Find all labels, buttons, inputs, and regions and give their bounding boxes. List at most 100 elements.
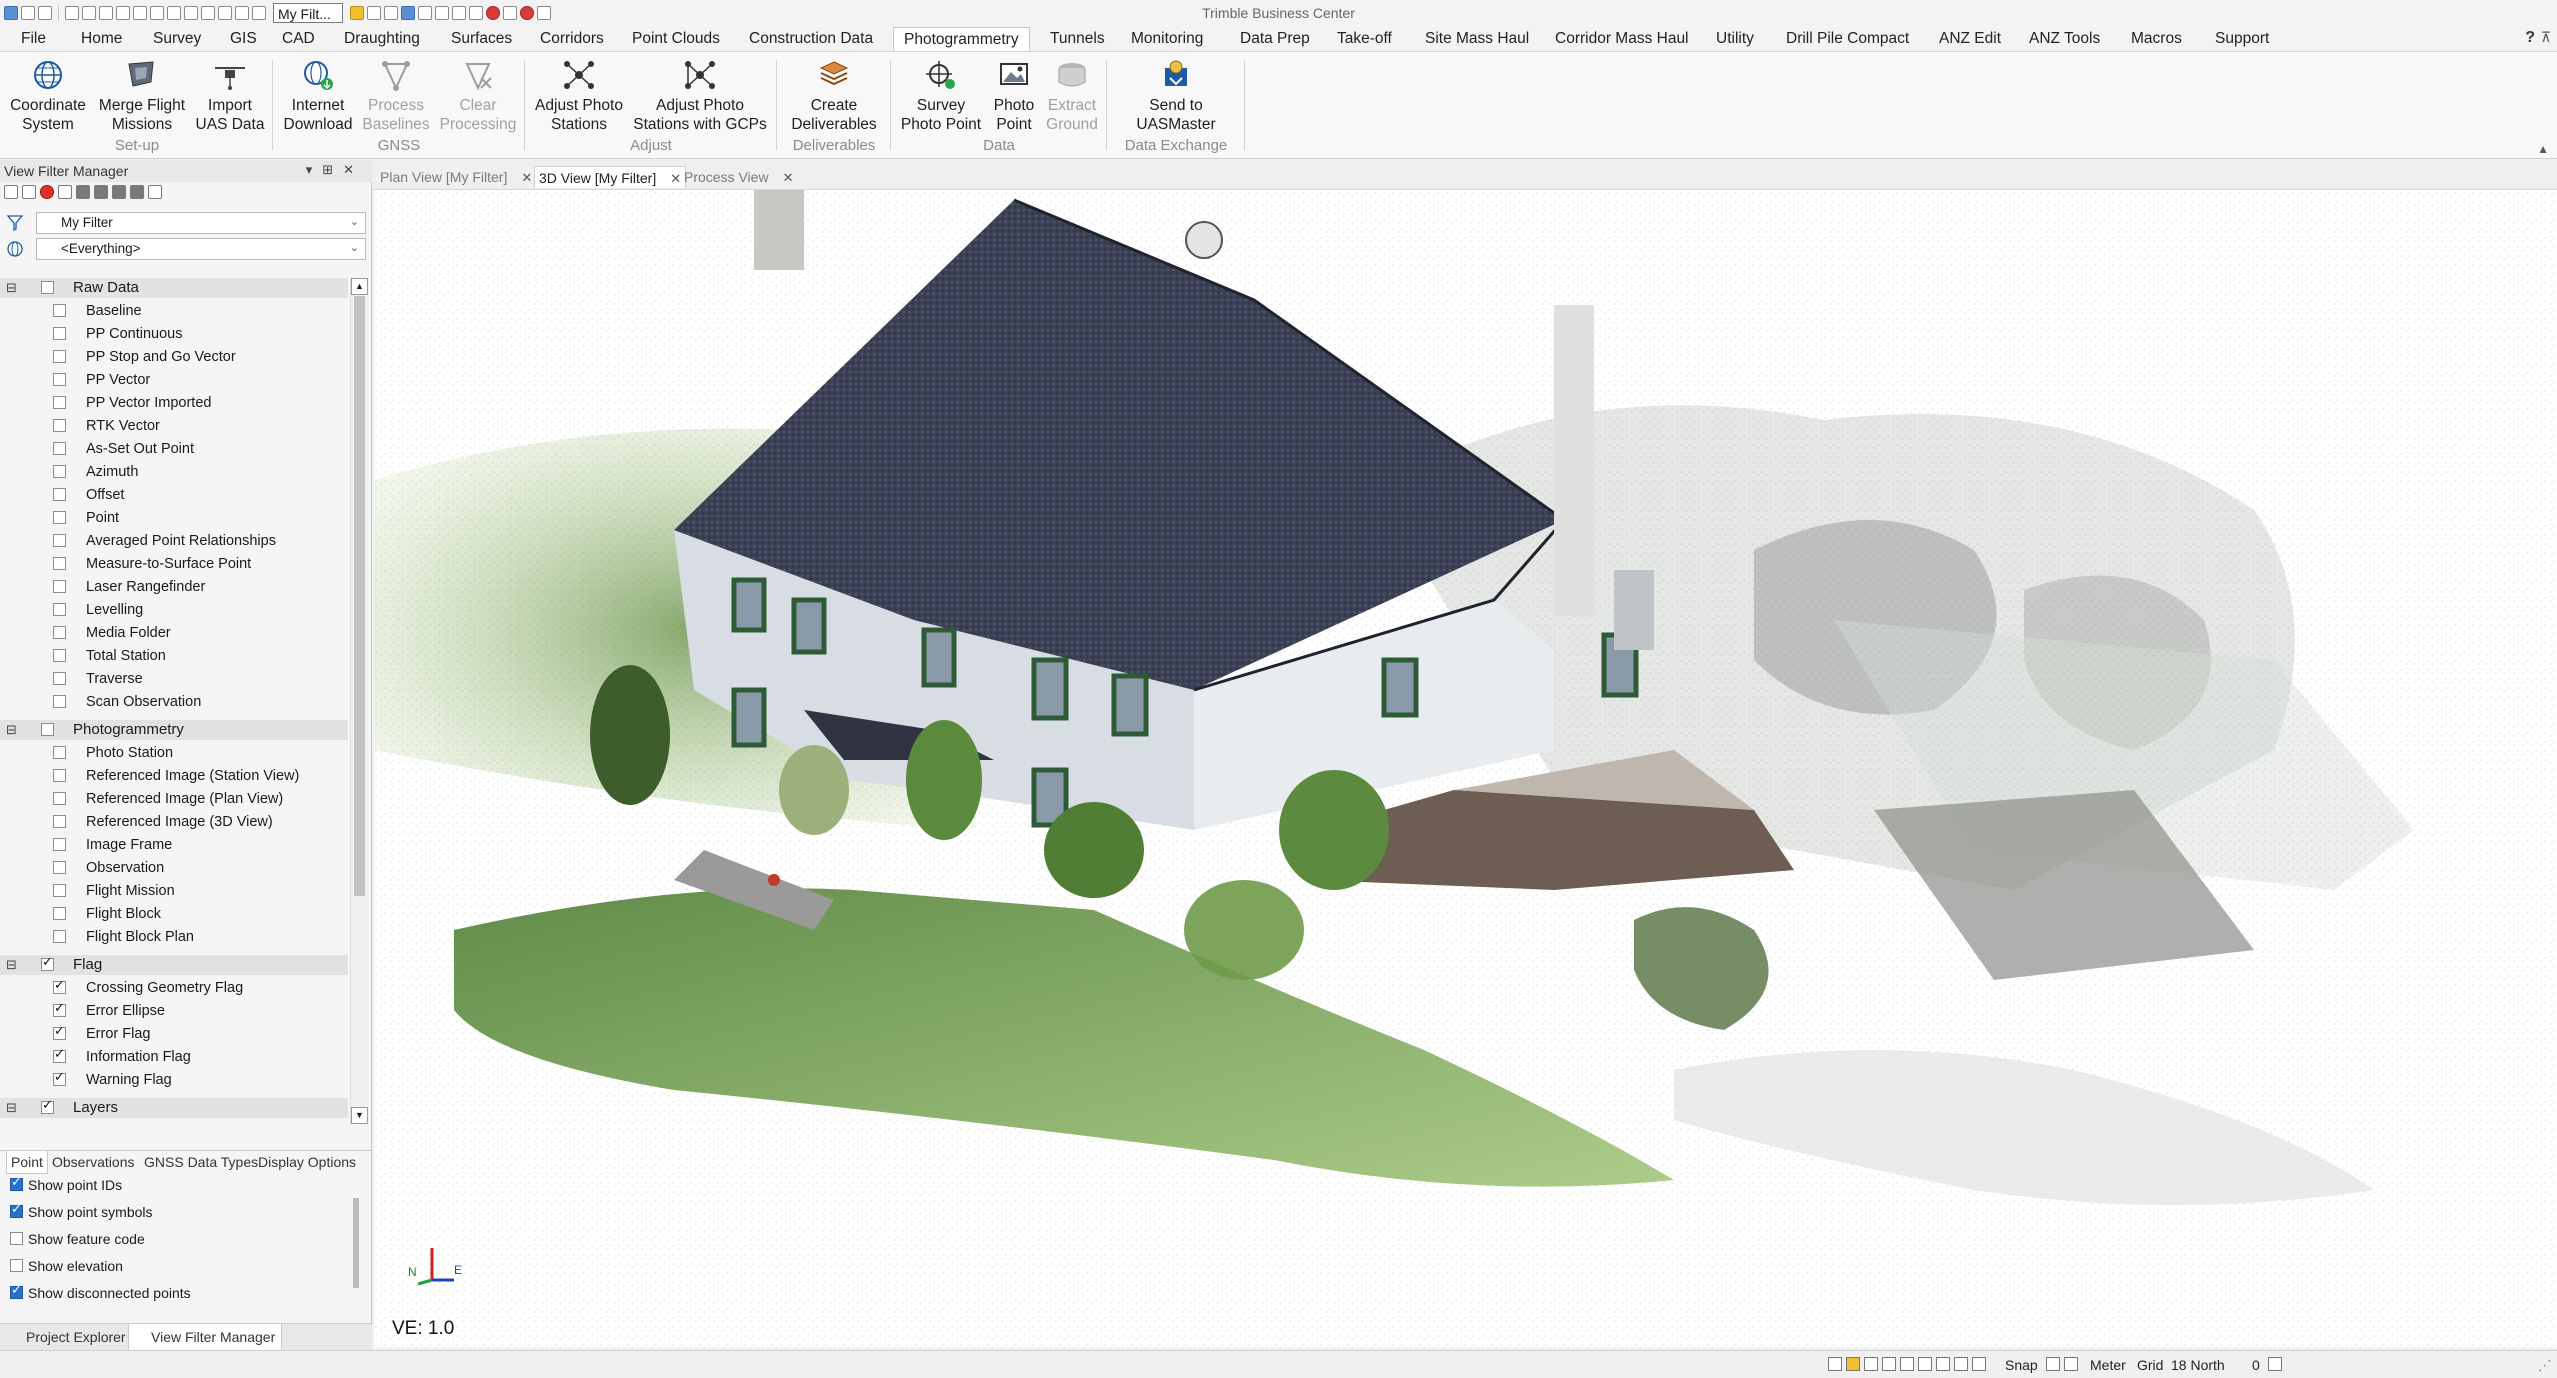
item-checkbox[interactable] — [53, 1046, 66, 1063]
item-checkbox[interactable] — [53, 930, 66, 943]
item-checkbox[interactable] — [53, 977, 66, 994]
option-checkbox[interactable] — [10, 1259, 23, 1272]
item-checkbox[interactable] — [53, 815, 66, 828]
tree-item[interactable]: Flight Mission — [0, 880, 348, 903]
item-checkbox[interactable] — [53, 327, 66, 340]
new-filter-icon[interactable] — [4, 185, 18, 199]
tree-item[interactable]: Crossing Geometry Flag — [0, 977, 348, 1000]
status-lock-icon[interactable] — [1936, 1357, 1950, 1371]
status-select-icon[interactable] — [1846, 1357, 1860, 1371]
export-icon[interactable] — [184, 6, 198, 20]
status-pan-icon[interactable] — [1900, 1357, 1914, 1371]
close-icon[interactable]: ✕ — [521, 170, 532, 185]
more-icon[interactable] — [537, 6, 551, 20]
tab-take-off[interactable]: Take-off — [1337, 27, 1392, 51]
snap-icon[interactable] — [418, 6, 432, 20]
tab-display-options[interactable]: Display Options — [258, 1151, 356, 1173]
category-checkbox[interactable] — [41, 1097, 54, 1114]
collapse-icon[interactable]: ⊟ — [6, 1100, 17, 1116]
tree-item[interactable]: Levelling — [0, 599, 348, 622]
status-selection-icon[interactable] — [2268, 1357, 2282, 1371]
tree-category[interactable]: ⊟ Raw Data — [0, 278, 348, 298]
merge-flight-missions-button[interactable]: Merge Flight Missions — [96, 58, 188, 134]
item-checkbox[interactable] — [53, 534, 66, 547]
macro-icon[interactable] — [503, 6, 517, 20]
measure-icon[interactable] — [384, 6, 398, 20]
item-checkbox[interactable] — [53, 861, 66, 874]
tab-gis[interactable]: GIS — [230, 27, 257, 51]
delete-filter-icon[interactable] — [40, 185, 54, 199]
item-checkbox[interactable] — [53, 396, 66, 409]
send-to-uasmaster-button[interactable]: Send to UASMaster — [1114, 58, 1238, 134]
tree-item[interactable]: Error Ellipse — [0, 1000, 348, 1023]
tree-item[interactable]: Traverse — [0, 668, 348, 691]
item-checkbox[interactable] — [53, 1000, 66, 1017]
extract-ground-button[interactable]: Extract Ground — [1044, 58, 1100, 134]
tree-item[interactable]: Information Flag — [0, 1046, 348, 1069]
filter-properties-icon[interactable] — [148, 185, 162, 199]
3d-view-canvas[interactable]: N E VE: 1.0 — [374, 190, 2557, 1348]
option-checkbox[interactable] — [10, 1201, 23, 1218]
tree-item[interactable]: Image Frame — [0, 834, 348, 857]
tab-construction-data[interactable]: Construction Data — [749, 27, 873, 51]
draw-icon[interactable] — [435, 6, 449, 20]
tab-surfaces[interactable]: Surfaces — [451, 27, 512, 51]
tab-point[interactable]: Point — [6, 1151, 48, 1174]
layer-lock-icon[interactable] — [112, 185, 126, 199]
options-scrollbar[interactable] — [353, 1198, 359, 1288]
snap-settings-icon[interactable] — [2046, 1357, 2060, 1371]
pan-icon[interactable] — [235, 6, 249, 20]
tree-item[interactable]: Averaged Point Relationships — [0, 530, 348, 553]
tree-category[interactable]: ⊟ Photogrammetry — [0, 720, 348, 740]
layer-unlock-icon[interactable] — [130, 185, 144, 199]
status-units-icon[interactable] — [2064, 1357, 2078, 1371]
tree-category[interactable]: ⊟ Flag — [0, 954, 348, 975]
record-icon[interactable] — [486, 6, 500, 20]
menu-file[interactable]: File — [21, 27, 46, 51]
tree-item[interactable]: Photo Station — [0, 742, 348, 765]
tree-item[interactable]: Laser Rangefinder — [0, 576, 348, 599]
tree-item[interactable]: Flight Block Plan — [0, 926, 348, 949]
redo-icon[interactable] — [38, 6, 52, 20]
layer-off-icon[interactable] — [94, 185, 108, 199]
filter-icon[interactable] — [350, 6, 364, 20]
ribbon-pin-icon[interactable]: ⊼ — [2541, 29, 2551, 46]
save-filter-icon[interactable] — [22, 185, 36, 199]
globe-icon[interactable] — [401, 6, 415, 20]
tree-item[interactable]: Warning Flag — [0, 1069, 348, 1092]
help-icon[interactable]: ? — [2525, 29, 2535, 47]
tree-item[interactable]: PP Vector Imported — [0, 392, 348, 415]
adjust-photo-stations-button[interactable]: Adjust Photo Stations — [532, 58, 626, 134]
category-checkbox[interactable] — [41, 281, 54, 294]
status-grid-icon[interactable] — [1828, 1357, 1842, 1371]
scope-select[interactable]: <Everything> ⌄ — [36, 238, 366, 260]
survey-photo-point-button[interactable]: Survey Photo Point — [898, 58, 984, 134]
tab-survey[interactable]: Survey — [153, 27, 201, 51]
tab-utility[interactable]: Utility — [1716, 27, 1754, 51]
status-zoom-icon[interactable] — [1882, 1357, 1896, 1371]
tab-view-filter-manager[interactable]: View Filter Manager — [128, 1324, 283, 1351]
tab-corridors[interactable]: Corridors — [540, 27, 604, 51]
edit-icon[interactable] — [452, 6, 466, 20]
snap-toggle[interactable]: Snap — [2005, 1357, 2038, 1373]
tab-drill-pile-compact[interactable]: Drill Pile Compact — [1786, 27, 1909, 51]
tree-item[interactable]: Baseline — [0, 300, 348, 323]
layer-on-icon[interactable] — [76, 185, 90, 199]
tab-macros[interactable]: Macros — [2131, 27, 2182, 51]
close-icon[interactable]: ✕ — [670, 171, 681, 186]
properties-icon[interactable] — [367, 6, 381, 20]
item-checkbox[interactable] — [53, 695, 66, 708]
scroll-thumb[interactable] — [354, 296, 365, 896]
item-checkbox[interactable] — [53, 488, 66, 501]
new-project-icon[interactable] — [65, 6, 79, 20]
tab-process-view[interactable]: Process View ✕ — [684, 166, 793, 188]
collapse-ribbon-icon[interactable]: ▲ — [2537, 142, 2549, 156]
clear-processing-button[interactable]: Clear Processing — [438, 58, 518, 134]
tab-cad[interactable]: CAD — [282, 27, 315, 51]
item-checkbox[interactable] — [53, 419, 66, 432]
item-checkbox[interactable] — [53, 907, 66, 920]
zoom-icon[interactable] — [218, 6, 232, 20]
item-checkbox[interactable] — [53, 792, 66, 805]
layer-icon[interactable] — [150, 6, 164, 20]
tab-gnss-data-types[interactable]: GNSS Data Types — [144, 1151, 258, 1173]
